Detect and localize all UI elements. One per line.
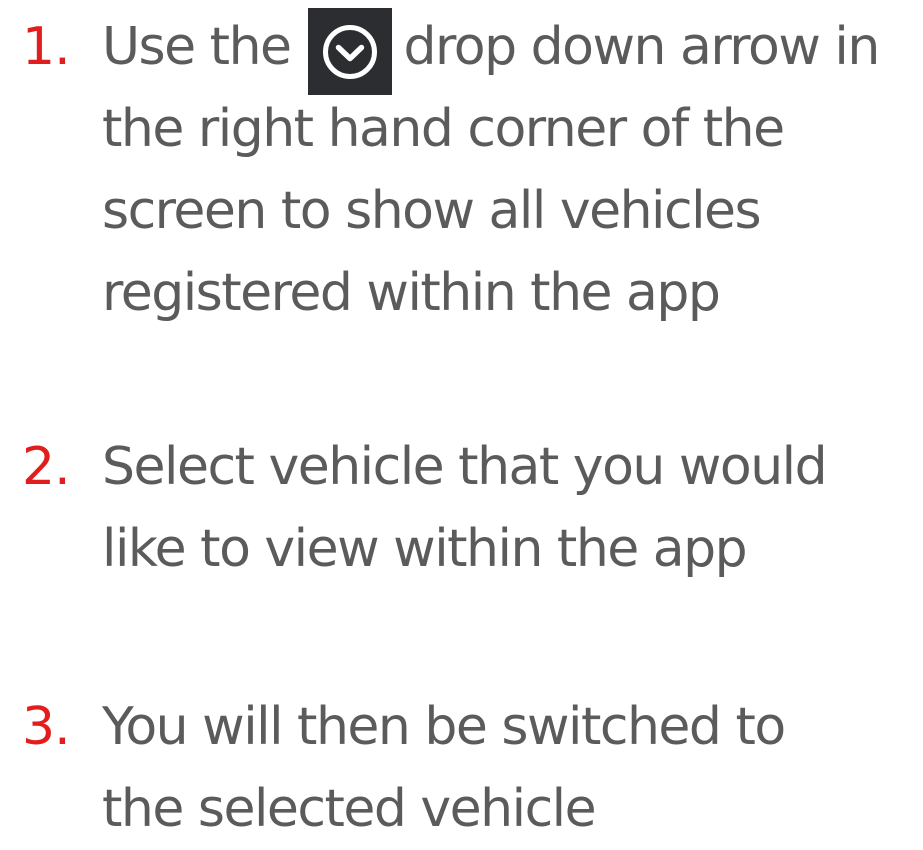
step-line: registered within the app (102, 263, 721, 323)
step-line: like to view within the app (102, 519, 748, 579)
step-line: You will then be switched to (102, 697, 786, 757)
step-line: screen to show all vehicles (102, 181, 762, 241)
step-text: Use the drop down arrow in the right han… (102, 6, 917, 334)
step-text: You will then be switched to the selecte… (102, 686, 917, 850)
step-line: the selected vehicle (102, 779, 597, 839)
instruction-steps: 1. Use the drop down arrow in the right … (0, 0, 923, 839)
step-number: 3. (22, 697, 71, 757)
step-number: 2. (22, 437, 71, 497)
chevron-down-circle-icon (307, 8, 392, 95)
step-line: Use the drop down arrow in (102, 6, 917, 95)
step-line-segment: Use the (102, 17, 292, 77)
step-line: Select vehicle that you would (102, 437, 828, 497)
step-number: 1. (22, 17, 71, 77)
step-text: Select vehicle that you would like to vi… (102, 426, 917, 590)
step-line: the right hand corner of the (102, 99, 785, 159)
step-line-segment: drop down arrow in (403, 17, 881, 77)
